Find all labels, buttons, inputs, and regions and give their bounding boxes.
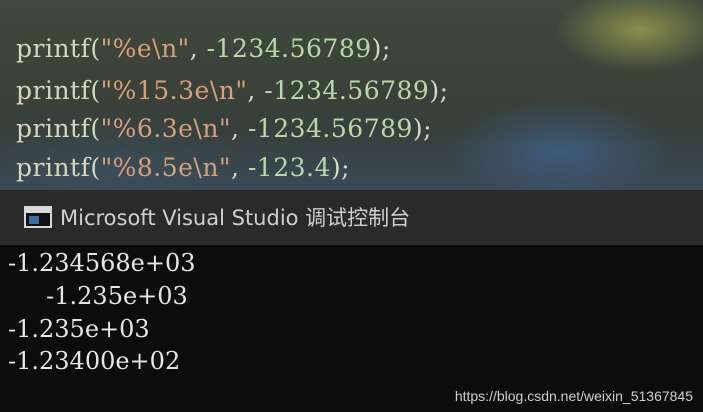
code-format-string: "%6.3e\n" — [100, 114, 231, 143]
code-format-string: "%8.5e\n" — [100, 153, 231, 182]
code-end: ); — [330, 153, 351, 182]
code-separator: , — [230, 153, 248, 182]
code-number: -1234.56789 — [206, 34, 372, 63]
code-function: printf( — [16, 34, 101, 63]
console-output-line-4: -1.23400e+02 — [8, 347, 181, 375]
console-output-area[interactable]: -1.234568e+03 -1.235e+03 -1.235e+03 -1.2… — [0, 245, 703, 412]
code-number: -1234.56789 — [264, 76, 430, 105]
code-separator: , — [189, 34, 207, 63]
code-line-2: printf("%15.3e\n", -1234.56789); — [16, 76, 449, 105]
code-function: printf( — [16, 114, 101, 143]
code-separator: , — [247, 76, 265, 105]
console-app-icon — [24, 206, 52, 228]
code-editor-background: printf("%e\n", -1234.56789); printf("%15… — [0, 0, 703, 190]
code-line-3: printf("%6.3e\n", -1234.56789); — [16, 114, 432, 143]
code-number: -1234.56789 — [247, 114, 413, 143]
code-separator: , — [230, 114, 248, 143]
code-format-string: "%15.3e\n" — [100, 76, 248, 105]
console-title-bar[interactable]: Microsoft Visual Studio 调试控制台 — [0, 190, 703, 245]
code-function: printf( — [16, 153, 101, 182]
code-end: ); — [412, 114, 433, 143]
code-format-string: "%e\n" — [100, 34, 190, 63]
console-output-line-3: -1.235e+03 — [8, 315, 150, 343]
watermark-text: https://blog.csdn.net/weixin_51367845 — [454, 388, 693, 404]
code-line-1: printf("%e\n", -1234.56789); — [16, 34, 391, 63]
console-output-line-2: -1.235e+03 — [8, 282, 188, 310]
code-number: -123.4 — [247, 153, 331, 182]
code-end: ); — [429, 76, 449, 105]
console-window-title: Microsoft Visual Studio 调试控制台 — [60, 206, 411, 230]
console-output-line-1: -1.234568e+03 — [8, 249, 196, 277]
code-function: printf( — [16, 76, 101, 105]
code-end: ); — [371, 34, 391, 63]
code-line-4: printf("%8.5e\n", -123.4); — [16, 153, 350, 182]
